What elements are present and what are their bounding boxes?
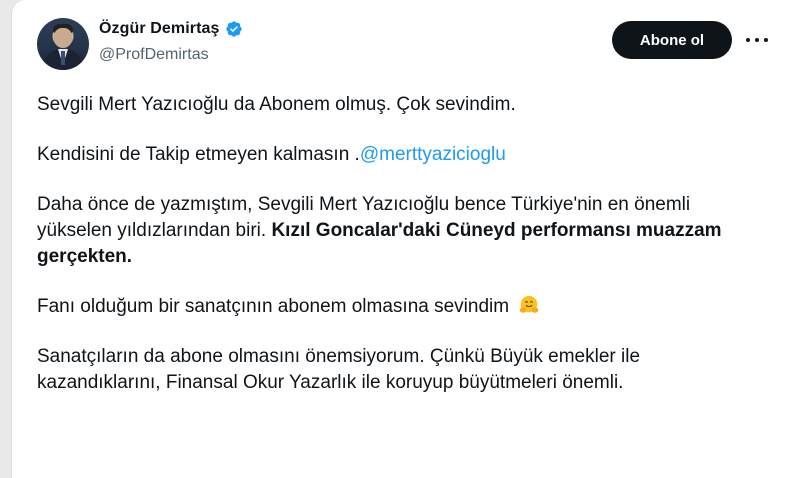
avatar-tie [61,51,65,65]
verified-badge-icon [225,21,242,37]
hugging-face-emoji-icon [520,295,539,313]
author-handle[interactable]: @ProfDemirtas [99,46,209,64]
author-avatar[interactable] [37,18,89,70]
paragraph-2: Kendisini de Takip etmeyen kalmasın .@me… [37,142,757,168]
paragraph-1-text: Sevgili Mert Yazıcıoğlu da Abonem olmuş.… [37,94,516,115]
author-display-name[interactable]: Özgür Demirtaş [99,20,220,38]
paragraph-5: Sanatçıların da abone olmasını önemsiyor… [37,344,757,396]
author-name-row[interactable]: Özgür Demirtaş [99,20,243,38]
tweet-text: Sevgili Mert Yazıcıoğlu da Abonem olmuş.… [37,92,757,420]
avatar-face [54,28,72,48]
tweet-card: Özgür Demirtaş @ProfDemirtas Abone ol Se… [11,0,800,478]
more-dot [764,38,768,42]
more-dot [746,38,750,42]
paragraph-4: Fanı olduğum bir sanatçının abonem olmas… [37,294,757,320]
paragraph-2-text: Kendisini de Takip etmeyen kalmasın . [37,144,360,165]
paragraph-4-text: Fanı olduğum bir sanatçının abonem olmas… [37,296,510,317]
screen-frame: Özgür Demirtaş @ProfDemirtas Abone ol Se… [0,0,800,478]
more-dot [755,38,759,42]
more-options-icon[interactable] [746,30,768,50]
paragraph-5-text: Sanatçıların da abone olmasını önemsiyor… [37,346,641,393]
paragraph-1: Sevgili Mert Yazıcıoğlu da Abonem olmuş.… [37,92,757,118]
paragraph-3: Daha önce de yazmıştım, Sevgili Mert Yaz… [37,192,757,270]
mention-link[interactable]: @merttyazicioglu [360,144,506,165]
follow-button[interactable]: Abone ol [612,21,732,59]
